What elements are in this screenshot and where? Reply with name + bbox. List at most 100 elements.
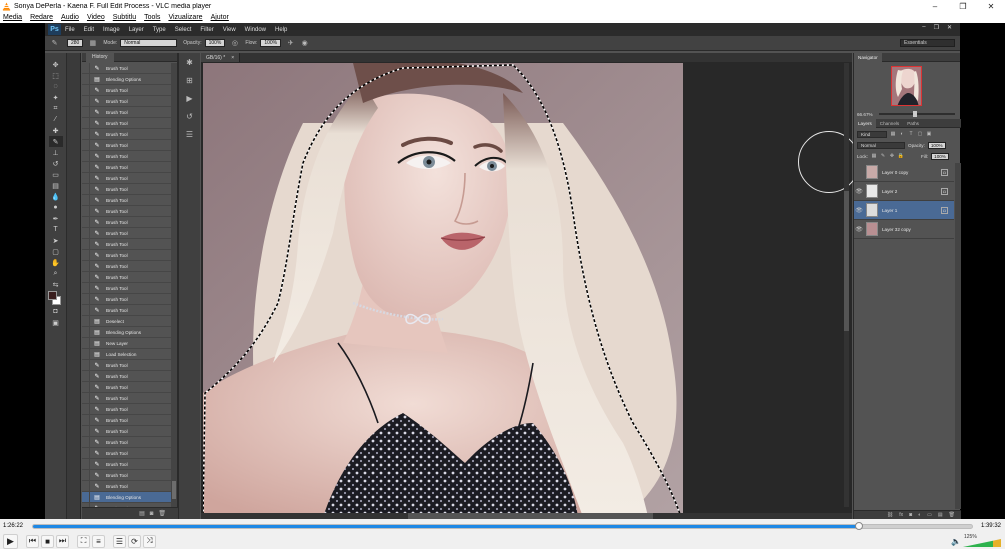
menu-video[interactable]: Video <box>87 14 105 21</box>
layer-thumbnail <box>866 184 878 198</box>
history-snapshot-source <box>82 480 90 492</box>
close-button[interactable]: ✕ <box>977 0 1005 12</box>
lasso-tool-icon: ◌ <box>53 83 58 90</box>
history-item-label: New Layer <box>106 340 128 346</box>
brush-step-icon: ✎ <box>94 109 100 116</box>
dodge-tool-icon: ● <box>53 204 58 211</box>
smart-object-icon: ◘ <box>941 206 948 214</box>
ps-options-bar: ✎ 280 ▦ Mode: Normal Opacity: 100% ◎ Flo… <box>45 36 960 51</box>
layer-name: Layer 1 <box>882 207 898 213</box>
opacity-label: Opacity: <box>183 40 202 46</box>
history-snapshot-source <box>82 436 90 448</box>
menu-subtitlu[interactable]: Subtitlu <box>113 14 136 21</box>
brush-step-icon: ✎ <box>94 197 100 204</box>
history-item-label: Brush Tool <box>106 307 128 313</box>
history-item-label: Brush Tool <box>106 98 128 104</box>
menu-audio[interactable]: Audio <box>61 14 79 21</box>
foreground-color-swatch <box>48 291 57 300</box>
layers-tabs: Layers Channels Paths <box>854 118 961 128</box>
history-footer: ▤ ◙ 🗑 <box>82 507 178 519</box>
layer-style-icon: fx <box>899 512 904 518</box>
history-item-label: Brush Tool <box>106 472 128 478</box>
history-item-label: Deselect <box>106 318 124 324</box>
playlist-button[interactable]: ☰ <box>113 534 126 548</box>
history-item: ✎ Brush Tool <box>82 260 172 272</box>
history-item-label: Brush Tool <box>106 285 128 291</box>
menu-redare[interactable]: Redare <box>30 14 53 21</box>
history-snapshot-source <box>82 205 90 217</box>
shape-tool-icon: ▢ <box>52 248 59 256</box>
history-item: ✎ Brush Tool <box>82 128 172 140</box>
history-item-label: Brush Tool <box>106 263 128 269</box>
history-snapshot-source <box>82 458 90 470</box>
playlist-icon: ☰ <box>115 536 124 546</box>
brush-size-field: 280 <box>67 39 84 47</box>
history-item: ✎ Brush Tool <box>82 183 172 195</box>
history-item-label: Brush Tool <box>106 483 128 489</box>
brush-step-icon: ✎ <box>94 472 100 479</box>
history-snapshot-source <box>82 216 90 228</box>
hand-tool-icon: ✋ <box>51 259 60 267</box>
seek-handle[interactable] <box>855 521 864 530</box>
layer-lock-row: Lock: ▦ ✎ ✥ 🔒 Fill: 100% <box>854 152 961 160</box>
ps-menu-type: Type <box>152 26 166 33</box>
brush-step-icon: ✎ <box>94 274 100 281</box>
shuffle-button[interactable]: ⤨ <box>143 534 156 548</box>
extended-settings-button[interactable]: ≡ <box>92 534 105 548</box>
menu-tools[interactable]: Tools <box>144 14 160 21</box>
stop-button[interactable]: ■ <box>41 534 54 548</box>
loop-button[interactable]: ⟳ <box>128 534 141 548</box>
seek-slider[interactable] <box>32 521 973 530</box>
menu-ajutor[interactable]: Ajutor <box>211 14 229 21</box>
history-item: ✎ Brush Tool <box>82 84 172 96</box>
history-item-label: Brush Tool <box>106 197 128 203</box>
previous-button[interactable]: ⏮ <box>26 534 39 548</box>
history-snapshot-source <box>82 392 90 404</box>
fill-field: 100% <box>931 152 949 160</box>
minimize-button[interactable]: – <box>921 0 949 12</box>
menu-media[interactable]: Media <box>3 14 22 21</box>
brush-step-icon: ✎ <box>94 362 100 369</box>
navigator-tabs: Navigator <box>854 52 960 62</box>
zoom-tool-icon: ⌕ <box>53 269 58 277</box>
history-item-label: Brush Tool <box>106 450 128 456</box>
next-button[interactable]: ⏭ <box>56 534 69 548</box>
fullscreen-button[interactable]: ⛶ <box>77 534 90 548</box>
history-snapshot-source <box>82 293 90 305</box>
loop-icon: ⟳ <box>131 536 138 546</box>
history-snapshot-source <box>82 348 90 360</box>
ps-window-controls: – ❐ ✕ <box>922 24 952 31</box>
brush-step-icon: ✎ <box>94 461 100 468</box>
volume-control[interactable]: 🔈 125% <box>951 534 1001 547</box>
menu-vizualizare[interactable]: Vizualizare <box>168 14 202 21</box>
step-icon: ▤ <box>94 351 100 358</box>
history-item: ✎ Brush Tool <box>82 304 172 316</box>
maximize-button[interactable]: ❐ <box>949 0 977 12</box>
gradient-tool-icon: ▤ <box>52 182 59 190</box>
fill-label: Fill: <box>920 153 929 159</box>
volume-slider[interactable] <box>963 539 1001 547</box>
ps-menu-filter: Filter <box>200 26 214 33</box>
history-snapshot-source <box>82 403 90 415</box>
history-snapshot-source <box>82 370 90 382</box>
play-button[interactable]: ▶ <box>3 533 18 549</box>
brush-step-icon: ✎ <box>94 175 100 182</box>
brush-step-icon: ✎ <box>94 373 100 380</box>
history-snapshot-source <box>82 95 90 107</box>
history-item: ✎ Brush Tool <box>82 106 172 118</box>
brush-step-icon: ✎ <box>94 120 100 127</box>
eraser-tool-icon: ▭ <box>52 171 59 179</box>
history-snapshot-source <box>82 194 90 206</box>
video-display[interactable]: Ps File Edit Image Layer Type Select Fil… <box>0 23 1005 519</box>
brush-step-icon: ✎ <box>94 406 100 413</box>
mode-label: Mode: <box>103 40 118 46</box>
speaker-icon[interactable]: 🔈 <box>951 537 961 546</box>
equalizer-icon: ≡ <box>96 536 101 546</box>
properties-icon: ☰ <box>185 129 194 139</box>
ps-restore-icon: ❐ <box>933 25 939 31</box>
flow-field: 100% <box>260 39 282 47</box>
history-snapshot-source <box>82 271 90 283</box>
history-item: ✎ Brush Tool <box>82 194 172 206</box>
history-item: ✎ Brush Tool <box>82 436 172 448</box>
history-item-label: Brush Tool <box>106 219 128 225</box>
